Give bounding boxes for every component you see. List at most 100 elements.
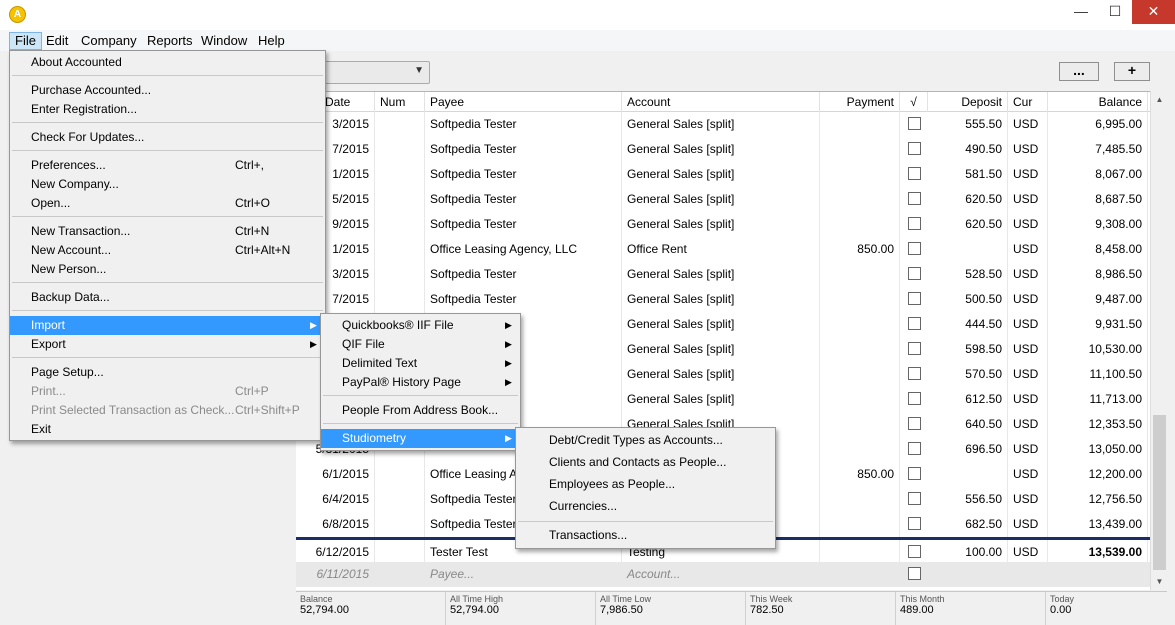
menu-export[interactable]: Export ▶ <box>10 335 325 354</box>
cell-cur[interactable]: USD <box>1008 237 1048 262</box>
cell-cur[interactable]: USD <box>1008 187 1048 212</box>
cell-deposit[interactable] <box>928 462 1008 487</box>
menu-about[interactable]: About Accounted <box>10 53 325 72</box>
cleared-checkbox[interactable] <box>908 517 921 530</box>
menu-import-delimited[interactable]: Delimited Text ▶ <box>321 354 520 373</box>
cell-num[interactable] <box>375 112 425 137</box>
cell-balance[interactable]: 10,530.00 <box>1048 337 1148 362</box>
cell-account[interactable]: General Sales [split] <box>622 362 820 387</box>
cleared-checkbox[interactable] <box>908 192 921 205</box>
cell-payment[interactable] <box>820 187 900 212</box>
cell-cur[interactable]: USD <box>1008 412 1048 437</box>
cell-num[interactable] <box>375 212 425 237</box>
col-account[interactable]: Account <box>622 92 820 112</box>
menu-new-company[interactable]: New Company... <box>10 175 325 194</box>
cell-deposit[interactable] <box>928 237 1008 262</box>
menu-studiometry-transactions[interactable]: Transactions... <box>516 526 775 545</box>
cell-balance[interactable]: 12,200.00 <box>1048 462 1148 487</box>
cell-payment[interactable] <box>820 287 900 312</box>
menu-new-account[interactable]: New Account... Ctrl+Alt+N <box>10 241 325 260</box>
cell-deposit[interactable]: 598.50 <box>928 337 1008 362</box>
table-row[interactable]: 3/2015 Softpedia Tester General Sales [spl… <box>296 112 1150 137</box>
cell-account[interactable]: General Sales [split] <box>622 287 820 312</box>
col-payment[interactable]: Payment <box>820 92 900 112</box>
cell-deposit[interactable]: 620.50 <box>928 187 1008 212</box>
cell-balance[interactable]: 12,756.50 <box>1048 487 1148 512</box>
cleared-checkbox[interactable] <box>908 242 921 255</box>
cell-payment[interactable] <box>820 362 900 387</box>
cell-cur[interactable]: USD <box>1008 512 1048 537</box>
cleared-checkbox[interactable] <box>908 342 921 355</box>
cell-payment[interactable] <box>820 262 900 287</box>
cell-num[interactable] <box>375 462 425 487</box>
menu-import-qif[interactable]: QIF File ▶ <box>321 335 520 354</box>
cleared-checkbox[interactable] <box>908 467 921 480</box>
cell-balance[interactable]: 13,050.00 <box>1048 437 1148 462</box>
menu-import-address-book[interactable]: People From Address Book... <box>321 401 520 420</box>
cell-payment[interactable] <box>820 212 900 237</box>
cell-payee[interactable]: Payee... <box>425 562 622 587</box>
cell-date[interactable]: 6/1/2015 <box>301 462 375 487</box>
cell-cur[interactable]: USD <box>1008 112 1048 137</box>
cell-payment[interactable]: 850.00 <box>820 237 900 262</box>
table-row[interactable]: 7/2015 Softpedia Tester General Sales [spl… <box>296 287 1150 312</box>
cleared-checkbox[interactable] <box>908 492 921 505</box>
cell-payee[interactable]: Softpedia Tester <box>425 187 622 212</box>
table-row[interactable]: 7/2015 Softpedia Tester General Sales [spl… <box>296 137 1150 162</box>
menu-backup[interactable]: Backup Data... <box>10 288 325 307</box>
cleared-checkbox[interactable] <box>908 317 921 330</box>
cell-payment[interactable] <box>820 162 900 187</box>
menu-import[interactable]: Import ▶ <box>10 316 325 335</box>
cell-payee[interactable]: Softpedia Tester <box>425 262 622 287</box>
cell-account[interactable]: General Sales [split] <box>622 162 820 187</box>
cell-payee[interactable]: Softpedia Tester <box>425 112 622 137</box>
cell-date[interactable]: 6/8/2015 <box>301 512 375 537</box>
close-button[interactable]: ✕ <box>1132 0 1175 24</box>
cell-num[interactable] <box>375 562 425 587</box>
menu-studiometry-clients[interactable]: Clients and Contacts as People... <box>516 453 775 472</box>
menu-import-quickbooks[interactable]: Quickbooks® IIF File ▶ <box>321 316 520 335</box>
cell-cur[interactable]: USD <box>1008 312 1048 337</box>
col-currency[interactable]: Cur <box>1008 92 1048 112</box>
menu-studiometry-debt-credit[interactable]: Debt/Credit Types as Accounts... <box>516 431 775 450</box>
cell-payment[interactable] <box>820 112 900 137</box>
table-row[interactable]: 1/2015 Softpedia Tester General Sales [spl… <box>296 162 1150 187</box>
cell-num[interactable] <box>375 262 425 287</box>
cell-cur[interactable]: USD <box>1008 137 1048 162</box>
cell-payment[interactable] <box>820 562 900 587</box>
menu-edit[interactable]: Edit <box>41 32 73 50</box>
menu-file[interactable]: File <box>9 32 42 50</box>
cell-date[interactable]: 6/4/2015 <box>301 487 375 512</box>
cell-account[interactable]: General Sales [split] <box>622 212 820 237</box>
cell-balance[interactable] <box>1048 562 1148 587</box>
cell-balance[interactable]: 6,995.00 <box>1048 112 1148 137</box>
cell-num[interactable] <box>375 137 425 162</box>
cleared-checkbox[interactable] <box>908 167 921 180</box>
menu-exit[interactable]: Exit <box>10 420 325 439</box>
cell-payment[interactable] <box>820 312 900 337</box>
cell-deposit[interactable]: 696.50 <box>928 437 1008 462</box>
menu-company[interactable]: Company <box>76 32 142 50</box>
menu-open[interactable]: Open... Ctrl+O <box>10 194 325 213</box>
cell-cur[interactable]: USD <box>1008 337 1048 362</box>
scroll-thumb[interactable] <box>1153 415 1166 570</box>
cell-num[interactable] <box>375 187 425 212</box>
cleared-checkbox[interactable] <box>908 392 921 405</box>
cell-payment[interactable] <box>820 437 900 462</box>
cell-num[interactable] <box>375 487 425 512</box>
col-deposit[interactable]: Deposit <box>928 92 1008 112</box>
scroll-down-icon[interactable]: ▼ <box>1151 573 1168 590</box>
table-row[interactable]: 5/2015 Softpedia Tester General Sales [spl… <box>296 187 1150 212</box>
cell-deposit[interactable]: 500.50 <box>928 287 1008 312</box>
cell-account[interactable]: General Sales [split] <box>622 312 820 337</box>
cleared-checkbox[interactable] <box>908 442 921 455</box>
menu-check-updates[interactable]: Check For Updates... <box>10 128 325 147</box>
register-scrollbar[interactable]: ▲ ▼ <box>1150 91 1167 590</box>
cell-payee[interactable]: Softpedia Tester <box>425 162 622 187</box>
cell-balance[interactable]: 12,353.50 <box>1048 412 1148 437</box>
cell-cur[interactable]: USD <box>1008 487 1048 512</box>
cleared-checkbox[interactable] <box>908 267 921 280</box>
cell-cur[interactable]: USD <box>1008 287 1048 312</box>
cell-deposit[interactable]: 620.50 <box>928 212 1008 237</box>
cell-payment[interactable] <box>820 137 900 162</box>
